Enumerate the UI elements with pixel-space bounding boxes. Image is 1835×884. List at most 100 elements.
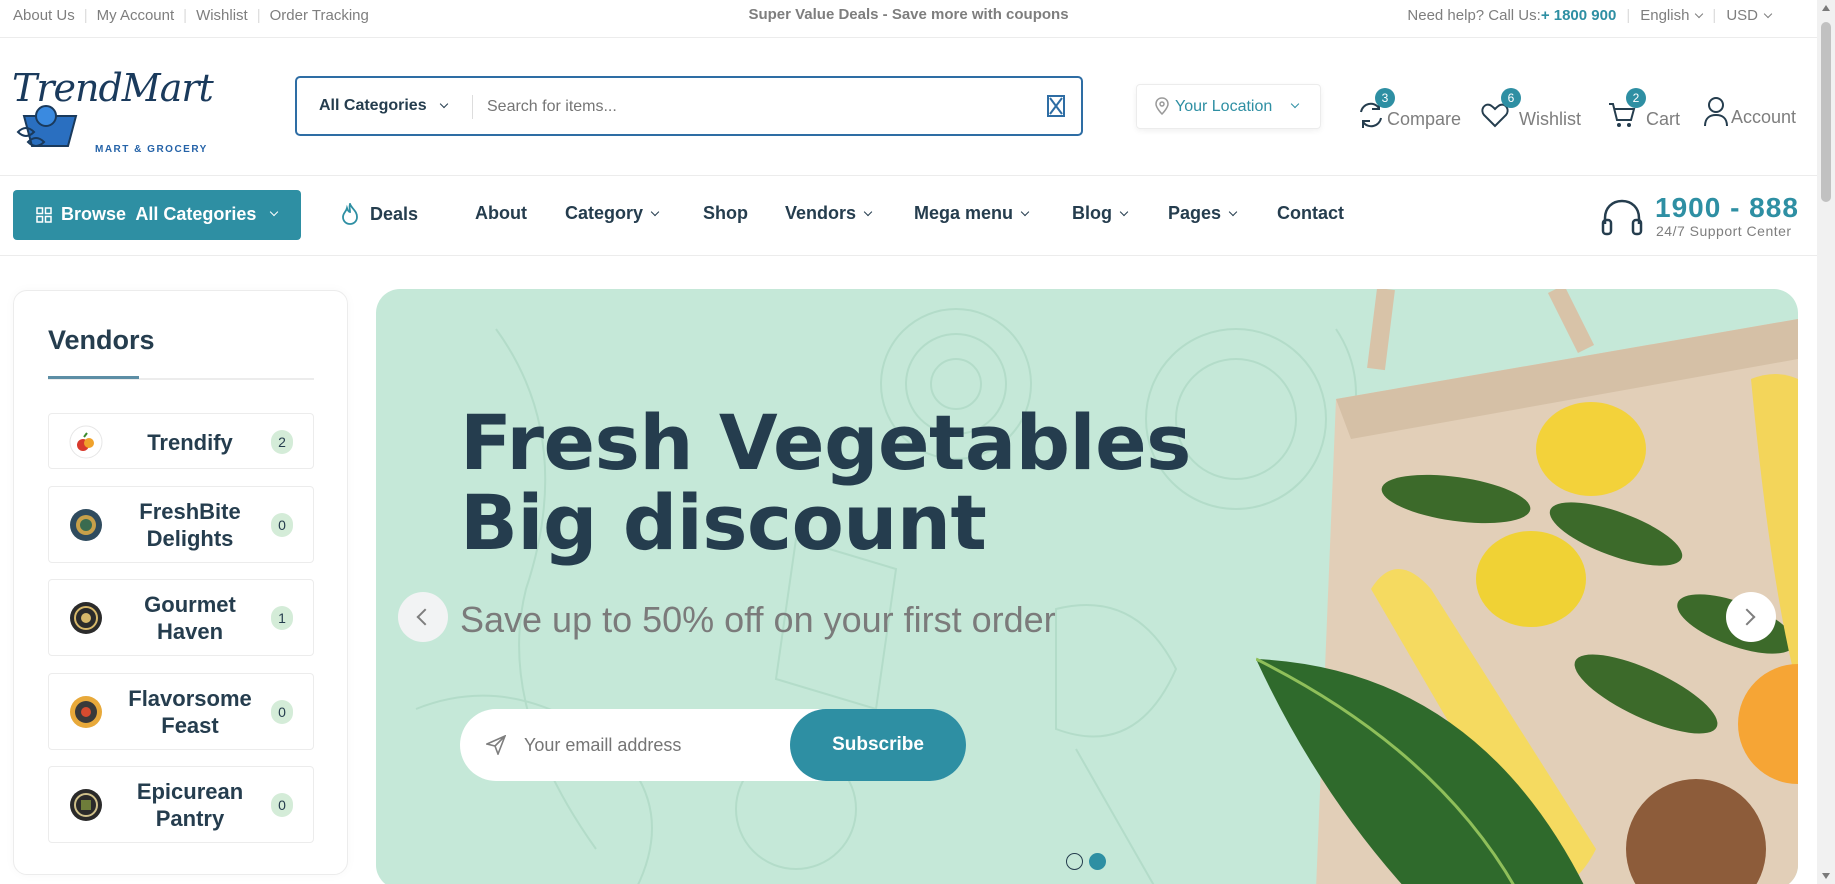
help-phone[interactable]: + 1800 900 [1541, 7, 1617, 24]
vendors-title-accent [48, 376, 139, 379]
account-link[interactable]: Account [1703, 84, 1796, 128]
nav-category[interactable]: Category [565, 203, 660, 224]
chevron-down-icon [269, 207, 279, 217]
compare-label: Compare [1387, 109, 1462, 129]
subscribe-button[interactable]: Subscribe [790, 709, 966, 781]
vendors-panel: Vendors Trendify 2 FreshBite Delights 0 … [13, 290, 348, 875]
hero-title-line2: Big discount [460, 478, 987, 567]
vendors-title: Vendors [48, 325, 155, 355]
vendor-item[interactable]: Gourmet Haven 1 [48, 579, 314, 656]
category-select[interactable]: All Categories [319, 97, 448, 115]
top-right: Need help? Call Us: + 1800 900 | English… [1407, 7, 1773, 24]
support-sub: 24/7 Support Center [1656, 223, 1792, 239]
nav-deals[interactable]: Deals [340, 203, 418, 225]
send-icon [486, 735, 506, 755]
vendor-name: Flavorsome Feast [128, 686, 252, 738]
nav-mega-menu-label: Mega menu [914, 203, 1014, 223]
cart-link[interactable]: 2 Cart [1608, 84, 1680, 130]
language-label: English [1640, 7, 1690, 24]
scroll-thumb[interactable] [1821, 22, 1831, 202]
scroll-down-icon[interactable] [1822, 873, 1830, 879]
language-select[interactable]: English [1640, 7, 1704, 24]
nav-pages[interactable]: Pages [1168, 203, 1238, 224]
nav-contact-label: Contact [1277, 203, 1344, 223]
vendor-name: Gourmet Haven [144, 592, 236, 644]
search-input[interactable] [487, 91, 1027, 123]
slide-dot-1[interactable] [1066, 853, 1083, 870]
vegetable-bag-image [1256, 289, 1798, 884]
vendor-logo-icon [70, 789, 102, 821]
chevron-down-icon [439, 99, 448, 109]
headphones-icon [1601, 199, 1643, 236]
nav-vendors-label: Vendors [785, 203, 857, 223]
vendor-count-badge: 0 [271, 700, 293, 724]
vendor-name: Epicurean Pantry [136, 779, 244, 831]
vendor-item[interactable]: FreshBite Delights 0 [48, 486, 314, 563]
scroll-up-icon[interactable] [1822, 5, 1830, 11]
cart-label: Cart [1646, 109, 1681, 129]
vendor-count-badge: 2 [271, 430, 293, 454]
hero-banner: Fresh Vegetables Big discount Save up to… [376, 289, 1798, 884]
chevron-down-icon [1020, 207, 1030, 217]
support-number[interactable]: 1900 - 888 [1655, 192, 1799, 224]
support-center: 1900 - 888 24/7 Support Center [1600, 192, 1800, 242]
x-icon [1049, 97, 1063, 115]
chevron-down-icon [1228, 207, 1238, 217]
chevron-down-icon [1290, 99, 1300, 109]
vendor-item[interactable]: Trendify 2 [48, 413, 314, 469]
page-scrollbar[interactable] [1817, 0, 1835, 884]
wishlist-badge: 6 [1501, 88, 1521, 108]
vendor-count-badge: 0 [271, 513, 293, 537]
hero-subtitle: Save up to 50% off on your first order [460, 599, 1056, 640]
logo-name: TrendMart [12, 66, 214, 110]
nav-pages-label: Pages [1168, 203, 1222, 223]
chevron-down-icon [1119, 207, 1129, 217]
newsletter-form: Subscribe [460, 709, 966, 781]
vendor-logo-icon [70, 602, 102, 634]
email-input[interactable] [524, 729, 774, 761]
nav-about[interactable]: About [475, 203, 527, 224]
next-slide-button[interactable] [1726, 592, 1776, 642]
compare-link[interactable]: 3 Compare [1357, 84, 1461, 130]
help-text: Need help? Call Us: [1407, 7, 1541, 24]
nav-vendors[interactable]: Vendors [785, 203, 873, 224]
nav-contact[interactable]: Contact [1277, 203, 1344, 224]
currency-label: USD [1726, 7, 1758, 24]
vendor-logo-icon [70, 696, 102, 728]
vendor-name: FreshBite Delights [139, 499, 241, 551]
nav-blog[interactable]: Blog [1072, 203, 1129, 224]
slide-dot-2[interactable] [1089, 853, 1106, 870]
nav-shop-label: Shop [703, 203, 748, 223]
vendor-item[interactable]: Epicurean Pantry 0 [48, 766, 314, 843]
location-select[interactable]: Your Location [1136, 84, 1321, 129]
chevron-down-icon [1763, 9, 1773, 19]
currency-select[interactable]: USD [1726, 7, 1773, 24]
hero-title: Fresh Vegetables Big discount [460, 403, 1191, 563]
vendor-item[interactable]: Flavorsome Feast 0 [48, 673, 314, 750]
nav-mega-menu[interactable]: Mega menu [914, 203, 1030, 224]
browse-categories-button[interactable]: Browse All Categories [13, 190, 301, 240]
chevron-down-icon [863, 207, 873, 217]
chevron-right-icon [1738, 608, 1756, 626]
vendor-count-badge: 0 [271, 793, 293, 817]
chevron-down-icon [1695, 9, 1704, 19]
vendor-count-badge: 1 [271, 606, 293, 630]
chevron-down-icon [650, 207, 660, 217]
location-label: Your Location [1175, 98, 1273, 115]
nav-blog-label: Blog [1072, 203, 1112, 223]
search-bar: All Categories [295, 76, 1083, 136]
user-icon [1704, 97, 1728, 127]
vendor-logo-icon [70, 509, 102, 541]
chevron-left-icon [416, 608, 434, 626]
prev-slide-button[interactable] [398, 592, 448, 642]
grid-icon [36, 207, 52, 223]
search-clear-icon[interactable] [1047, 95, 1065, 117]
compare-badge: 3 [1375, 88, 1395, 108]
wishlist-label: Wishlist [1519, 109, 1581, 129]
map-pin-icon [1155, 97, 1169, 115]
vendor-name: Trendify [147, 430, 233, 455]
logo[interactable]: TrendMart MART & GROCERY [12, 64, 214, 155]
nav-shop[interactable]: Shop [703, 203, 748, 224]
hero-title-line1: Fresh Vegetables [460, 398, 1191, 487]
wishlist-header-link[interactable]: 6 Wishlist [1481, 84, 1581, 130]
